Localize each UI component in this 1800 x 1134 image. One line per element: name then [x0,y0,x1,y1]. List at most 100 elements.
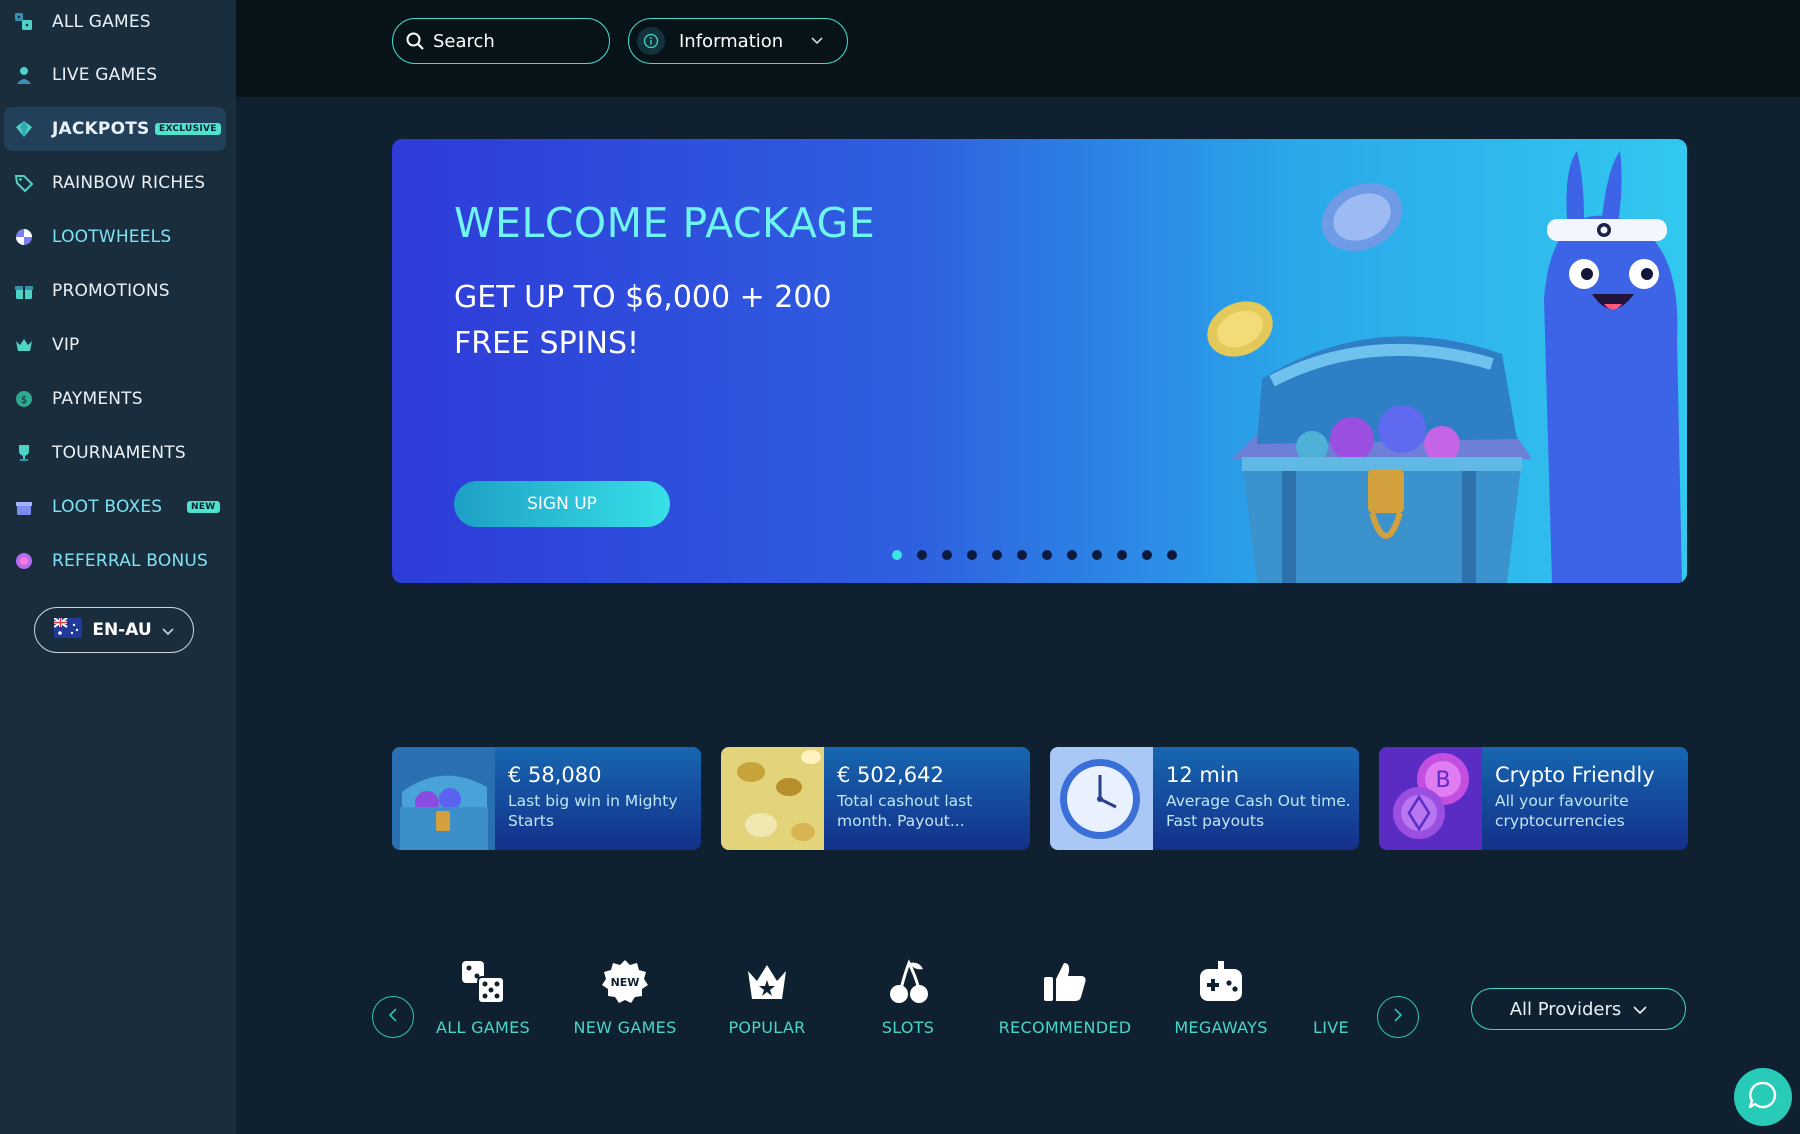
carousel-dot[interactable] [967,550,977,560]
category-live[interactable]: LIVE [1311,958,1351,1037]
category-label: SLOTS [881,1018,935,1037]
category-next-button[interactable] [1377,996,1419,1038]
sidebar-item-payments[interactable]: $ PAYMENTS [4,377,226,421]
chat-bubble-icon [1747,1079,1779,1115]
sidebar-item-lootwheels[interactable]: LOOTWHEELS [4,215,226,259]
sidebar-item-label: RAINBOW RICHES [52,173,206,193]
trophy-icon [12,441,36,465]
category-slots[interactable]: SLOTS [873,958,943,1037]
sidebar: ALL GAMES LIVE GAMES JACKPOTS EXCLUSIVE … [0,0,236,1134]
tag-icon [12,171,36,195]
gold-coins-icon [721,747,824,850]
svg-text:$: $ [21,395,27,406]
carousel-dot[interactable] [1067,550,1077,560]
stat-card-big-win[interactable]: € 58,080 Last big win in Mighty Starts [392,747,701,850]
sidebar-item-all-games[interactable]: ALL GAMES [4,0,226,44]
carousel-dot[interactable] [1117,550,1127,560]
category-recommended[interactable]: RECOMMENDED [998,958,1132,1037]
sign-up-button[interactable]: SIGN UP [454,481,670,527]
information-label: Information [679,30,784,52]
svg-text:B: B [1435,768,1450,793]
sidebar-item-promotions[interactable]: PROMOTIONS [4,269,226,313]
chat-button[interactable] [1734,1068,1792,1126]
sidebar-item-jackpots[interactable]: JACKPOTS EXCLUSIVE [4,107,226,151]
live-icon [1307,958,1355,1006]
gift-icon [12,279,36,303]
sidebar-item-tournaments[interactable]: TOURNAMENTS [4,431,226,475]
category-label: LIVE [1313,1018,1349,1037]
category-all-games[interactable]: ALL GAMES [436,958,530,1037]
sidebar-item-loot-boxes[interactable]: LOOT BOXES NEW [4,485,226,529]
stat-value: Crypto Friendly [1495,763,1655,787]
dealer-icon [12,63,36,87]
carousel-dot[interactable] [892,550,902,560]
sidebar-item-label: REFERRAL BONUS [52,551,209,571]
cherry-icon [884,958,932,1006]
diamond-icon [12,117,36,141]
category-prev-button[interactable] [372,996,414,1038]
dice-icon [459,958,507,1006]
search-icon [405,31,425,51]
sidebar-item-label: PROMOTIONS [52,281,170,301]
stat-description: Last big win in Mighty Starts [508,792,678,830]
carousel-dot[interactable] [942,550,952,560]
chevron-down-icon [162,621,174,640]
sidebar-item-referral-bonus[interactable]: REFERRAL BONUS [4,539,226,583]
information-dropdown[interactable]: Information [628,18,848,64]
hero-banner[interactable]: WELCOME PACKAGE GET UP TO $6,000 + 200 F… [392,139,1687,583]
stat-description: Average Cash Out time. Fast payouts [1166,792,1351,830]
crown-star-icon [743,958,791,1006]
sidebar-item-label: LIVE GAMES [52,65,158,85]
games-grid-icon [12,10,36,34]
stat-description: Total cashout last month. Payout... [837,792,973,830]
exclusive-badge: EXCLUSIVE [155,123,221,135]
coin-icon: $ [12,387,36,411]
carousel-dot[interactable] [1042,550,1052,560]
sidebar-item-label: LOOTWHEELS [52,227,172,247]
carousel-dot[interactable] [1017,550,1027,560]
category-label: RECOMMENDED [998,1018,1132,1037]
sidebar-item-label: PAYMENTS [52,389,143,409]
stat-value: € 58,080 [508,763,602,787]
providers-label: All Providers [1509,998,1622,1020]
crown-icon [12,333,36,357]
thumbs-up-icon [1041,958,1089,1006]
sidebar-item-vip[interactable]: VIP [4,323,226,367]
category-label: NEW GAMES [573,1018,677,1037]
clock-icon [1050,747,1153,850]
carousel-dot[interactable] [1092,550,1102,560]
hero-title: WELCOME PACKAGE [454,199,876,247]
carousel-dot[interactable] [992,550,1002,560]
category-megaways[interactable]: MEGAWAYS [1170,958,1272,1037]
search-placeholder: Search [433,30,495,52]
category-label: MEGAWAYS [1174,1018,1268,1037]
top-bar: Search Information [236,0,1800,97]
all-providers-dropdown[interactable]: All Providers [1471,988,1686,1030]
language-label: EN-AU [92,620,152,640]
sidebar-item-label: VIP [52,335,80,355]
lootbox-icon [12,495,36,519]
stat-value: 12 min [1166,763,1239,787]
chevron-left-icon [388,1007,398,1027]
category-label: ALL GAMES [436,1018,530,1037]
hero-subtitle: GET UP TO $6,000 + 200 FREE SPINS! [454,280,832,361]
category-new-games[interactable]: NEW NEW GAMES [572,958,678,1037]
sidebar-item-label: JACKPOTS [52,119,150,139]
stat-card-crypto[interactable]: B Crypto Friendly All your favourite cry… [1379,747,1688,850]
carousel-dots [892,550,1177,560]
stat-value: € 502,642 [837,763,944,787]
search-input[interactable]: Search [392,18,610,64]
language-selector[interactable]: EN-AU [34,607,194,653]
referral-icon [12,549,36,573]
carousel-dot[interactable] [1142,550,1152,560]
crypto-coins-icon: B [1379,747,1482,850]
category-label: POPULAR [728,1018,806,1037]
gamepad-icon [1197,958,1245,1006]
stat-card-total-cashout[interactable]: € 502,642 Total cashout last month. Payo… [721,747,1030,850]
carousel-dot[interactable] [917,550,927,560]
stat-card-cashout-time[interactable]: 12 min Average Cash Out time. Fast payou… [1050,747,1359,850]
treasure-mascot-illustration [1207,151,1682,583]
sidebar-item-live-games[interactable]: LIVE GAMES [4,53,226,97]
sidebar-item-rainbow-riches[interactable]: RAINBOW RICHES [4,161,226,205]
category-popular[interactable]: POPULAR [724,958,810,1037]
